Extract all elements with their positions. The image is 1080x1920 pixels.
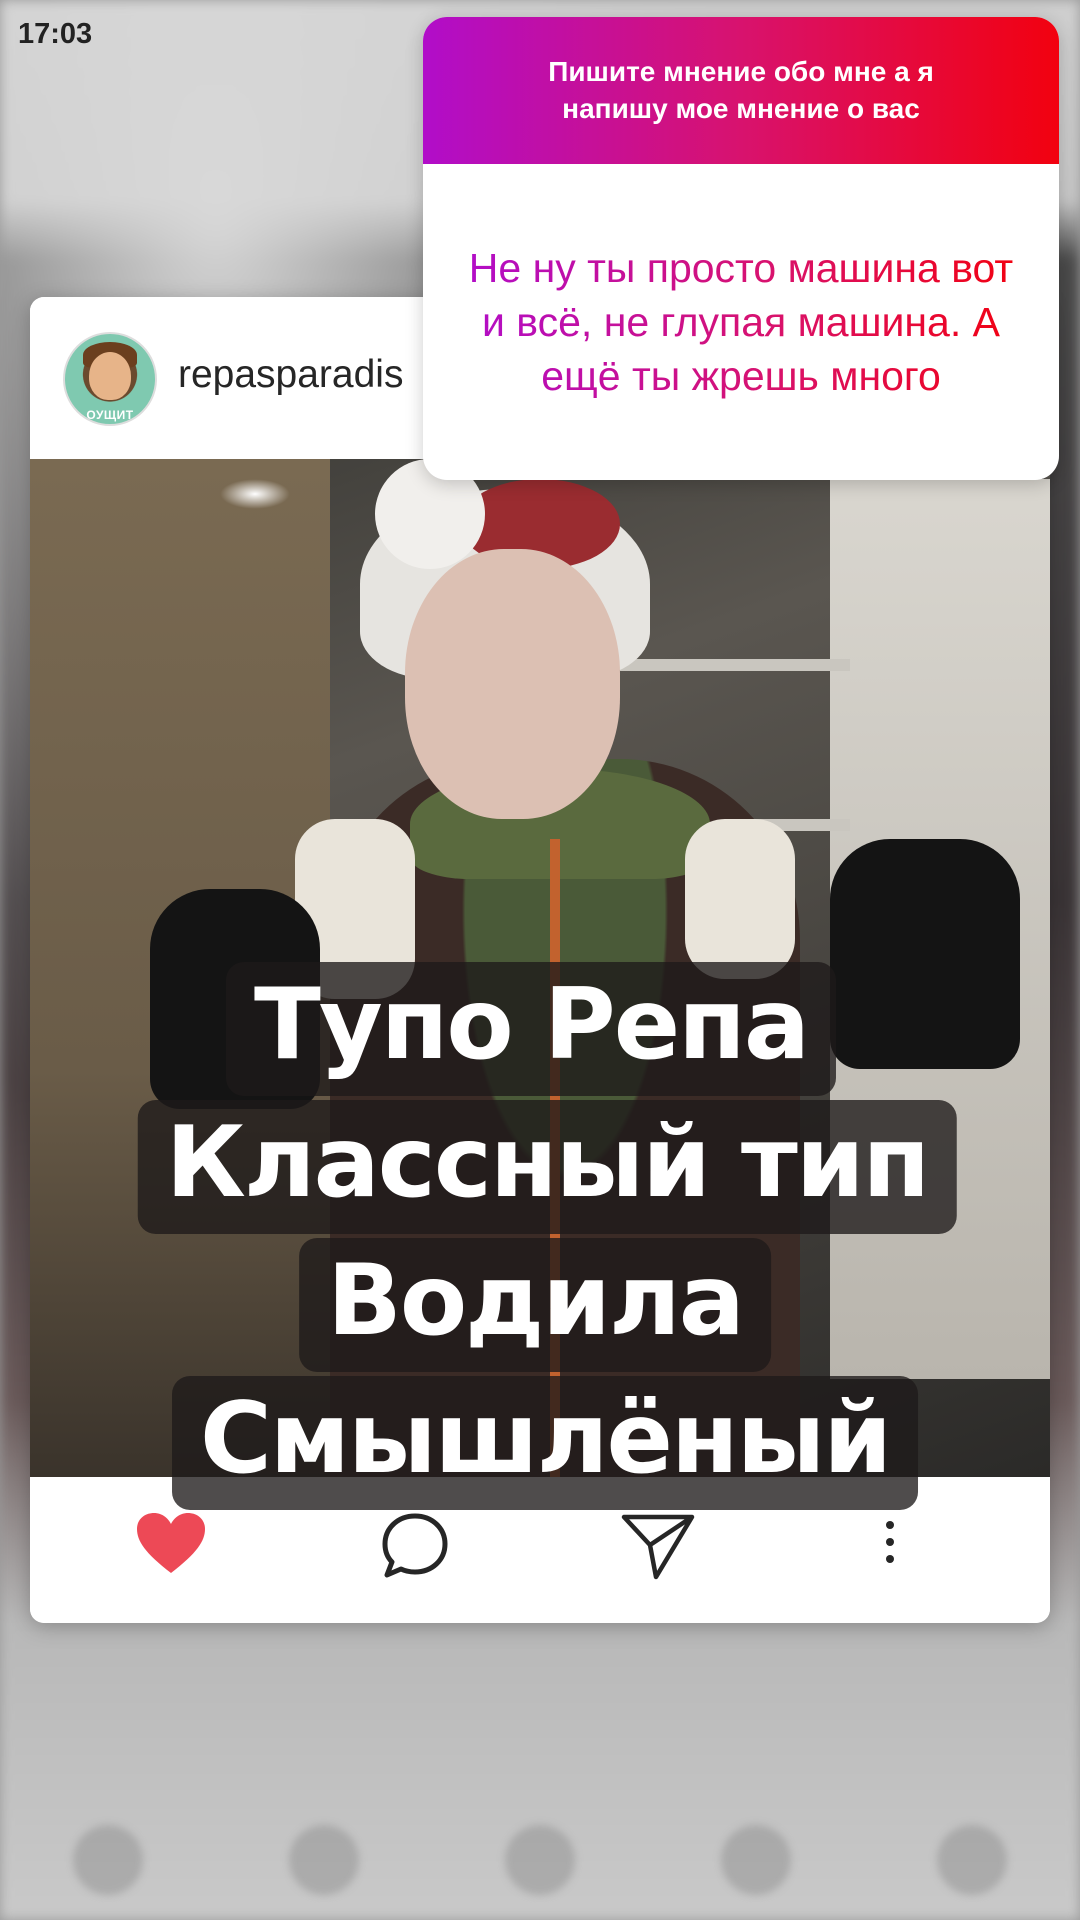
story-text-line: Классный тип [137,1100,957,1234]
photo-jacket-fleece [685,819,795,979]
photo-ceiling-light [220,479,290,509]
heart-icon[interactable] [135,1511,207,1580]
avatar[interactable]: ОУЩИТ [63,332,157,426]
avatar-caption: ОУЩИТ [86,408,134,422]
activity-icon [721,1825,791,1895]
add-post-icon [505,1825,575,1895]
avatar-face [89,352,131,400]
blurred-bottom-nav [0,1800,1080,1920]
question-sticker-header: Пишите мнение обо мне а я напишу мое мне… [423,17,1059,164]
photo-person-face [405,549,620,819]
photo-shelf [620,659,850,671]
post-username[interactable]: repasparadis [178,353,403,397]
photo-glove-right [830,839,1020,1069]
question-answer-area: Не ну ты просто машина вот и всё, не глу… [423,164,1059,480]
home-icon [73,1825,143,1895]
more-options-icon[interactable] [882,1519,898,1570]
story-text-line: Водила [299,1238,771,1372]
share-icon[interactable] [620,1511,696,1586]
profile-icon [937,1825,1007,1895]
question-prompt: Пишите мнение обо мне а я напишу мое мне… [548,56,934,124]
question-sticker[interactable]: Пишите мнение обо мне а я напишу мое мне… [423,17,1059,480]
search-icon [289,1825,359,1895]
question-answer: Не ну ты просто машина вот и всё, не глу… [461,241,1021,403]
comment-icon[interactable] [380,1511,450,1586]
status-bar-time: 17:03 [18,18,93,50]
story-text-line: Тупо Репа [225,962,837,1096]
story-text-line: Смышлёный [172,1376,918,1510]
